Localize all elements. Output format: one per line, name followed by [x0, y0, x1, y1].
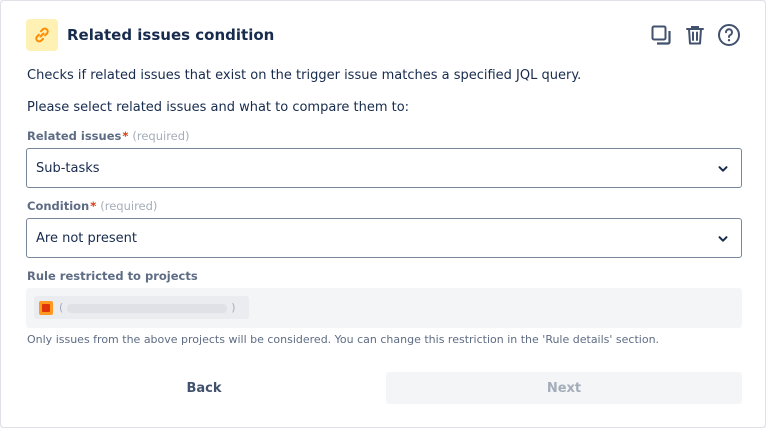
projects-label: Rule restricted to projects — [27, 269, 198, 283]
chevron-down-icon — [717, 233, 729, 249]
trash-icon[interactable] — [682, 22, 708, 48]
related-issues-label-text: Related issues — [27, 129, 122, 143]
instruction-text: Please select related issues and what to… — [27, 100, 410, 115]
required-star: * — [90, 199, 97, 213]
link-icon — [26, 19, 58, 51]
related-issues-label: Related issues* (required) — [27, 129, 190, 143]
panel-title: Related issues condition — [67, 26, 275, 44]
panel-header: Related issues condition — [26, 19, 742, 53]
required-hint: (required) — [100, 199, 158, 213]
back-button[interactable]: Back — [26, 372, 382, 404]
projects-field: () — [26, 288, 742, 328]
condition-label-text: Condition — [27, 199, 90, 213]
chevron-down-icon — [717, 163, 729, 179]
help-icon[interactable] — [716, 22, 742, 48]
project-name: () — [59, 301, 236, 314]
required-star: * — [122, 129, 129, 143]
related-issues-value: Sub-tasks — [36, 160, 100, 176]
next-button[interactable]: Next — [386, 372, 742, 404]
condition-label: Condition* (required) — [27, 199, 157, 213]
project-chip: () — [34, 296, 249, 319]
redacted-project-name — [67, 303, 228, 313]
related-issues-select[interactable]: Sub-tasks — [26, 148, 742, 188]
condition-value: Are not present — [36, 230, 137, 246]
required-hint: (required) — [132, 129, 190, 143]
header-actions — [648, 22, 742, 48]
description-text: Checks if related issues that exist on t… — [27, 68, 582, 83]
projects-note: Only issues from the above projects will… — [27, 333, 660, 346]
condition-select[interactable]: Are not present — [26, 218, 742, 258]
project-avatar — [39, 300, 53, 315]
copy-icon[interactable] — [648, 22, 674, 48]
related-issues-condition-panel: Related issues condition Checks if relat… — [0, 0, 766, 428]
